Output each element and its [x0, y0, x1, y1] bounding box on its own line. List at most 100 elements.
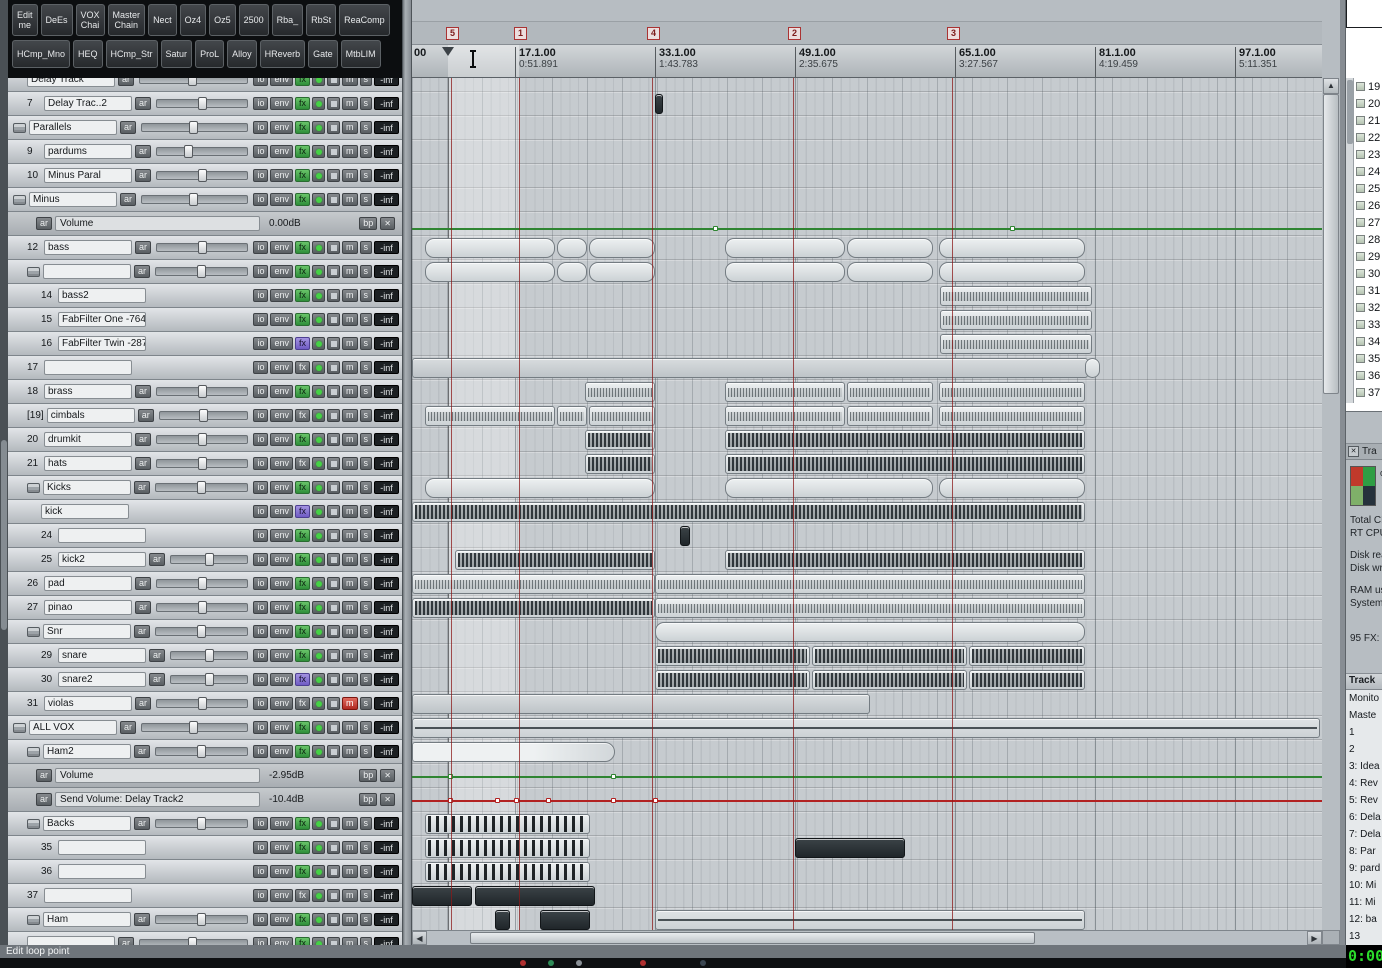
record-monitor-button[interactable]	[312, 841, 325, 854]
fx-button[interactable]: fx	[294, 241, 310, 254]
media-item[interactable]	[725, 454, 1085, 474]
media-item[interactable]	[425, 814, 590, 834]
track-name[interactable]: Backs	[43, 816, 131, 831]
io-button[interactable]: io	[253, 913, 269, 926]
solo-button[interactable]: s	[359, 337, 372, 350]
phase-button[interactable]	[327, 169, 340, 182]
region-scrollbar[interactable]	[1346, 78, 1354, 403]
mute-button[interactable]: m	[342, 193, 358, 206]
record-monitor-button[interactable]	[312, 745, 325, 758]
record-arm-button[interactable]: ar	[135, 385, 152, 398]
solo-button[interactable]: s	[359, 409, 372, 422]
media-item[interactable]	[847, 238, 933, 258]
volume-fader[interactable]	[155, 817, 249, 830]
fx-button[interactable]: fx	[294, 577, 310, 590]
media-item[interactable]	[795, 838, 905, 858]
toolbar-button[interactable]: HReverb	[259, 40, 306, 68]
fx-button[interactable]: fx	[294, 865, 310, 878]
io-button[interactable]: io	[253, 313, 269, 326]
scroll-up-button[interactable]: ▲	[1323, 78, 1339, 94]
mute-button[interactable]: m	[342, 505, 358, 518]
solo-button[interactable]: s	[359, 193, 372, 206]
media-item[interactable]	[655, 646, 810, 666]
tracklist-row[interactable]: 2	[1346, 742, 1382, 759]
record-monitor-button[interactable]	[312, 385, 325, 398]
fader-knob[interactable]	[197, 433, 207, 446]
volume-fader[interactable]	[155, 625, 249, 638]
fx-button[interactable]: fx	[294, 145, 310, 158]
record-monitor-button[interactable]	[312, 889, 325, 902]
folder-icon[interactable]	[27, 746, 40, 757]
media-item[interactable]	[412, 598, 655, 618]
envelope-button[interactable]: env	[270, 361, 293, 374]
close-icon[interactable]: ✕	[1348, 446, 1359, 457]
volume-fader[interactable]	[155, 745, 249, 758]
media-item[interactable]	[655, 910, 1085, 930]
volume-fader[interactable]	[170, 553, 249, 566]
phase-button[interactable]	[327, 457, 340, 470]
media-item[interactable]	[940, 310, 1092, 330]
phase-button[interactable]	[327, 241, 340, 254]
media-item[interactable]	[969, 646, 1085, 666]
record-monitor-button[interactable]	[312, 505, 325, 518]
envelope-button[interactable]: env	[270, 649, 293, 662]
track-name[interactable]	[58, 864, 146, 879]
region-row[interactable]: 37	[1356, 384, 1382, 401]
envelope-button[interactable]: env	[270, 169, 293, 182]
media-item[interactable]	[589, 406, 655, 426]
toolbar-button[interactable]: MtbLIM	[340, 40, 381, 68]
phase-button[interactable]	[327, 625, 340, 638]
record-arm-button[interactable]: ar	[134, 481, 151, 494]
mute-button[interactable]: m	[342, 169, 358, 182]
scroll-left-button[interactable]: ◀	[412, 931, 427, 945]
media-item[interactable]	[847, 262, 933, 282]
record-monitor-button[interactable]	[312, 241, 325, 254]
io-button[interactable]: io	[253, 457, 269, 470]
toolbar-button[interactable]: Edit me	[12, 4, 38, 36]
solo-button[interactable]: s	[359, 553, 372, 566]
volume-fader[interactable]	[139, 78, 249, 86]
media-item[interactable]	[589, 262, 655, 282]
track-name[interactable]: snare	[58, 648, 146, 663]
io-button[interactable]: io	[253, 289, 269, 302]
solo-button[interactable]: s	[359, 481, 372, 494]
toolbar-button[interactable]: HEQ	[73, 40, 103, 68]
fx-button[interactable]: fx	[294, 433, 310, 446]
io-button[interactable]: io	[253, 889, 269, 902]
record-monitor-button[interactable]	[312, 169, 325, 182]
mute-button[interactable]: m	[342, 601, 358, 614]
track-name[interactable]	[58, 840, 146, 855]
envelope-button[interactable]: env	[270, 265, 293, 278]
fx-button[interactable]: fx	[294, 361, 310, 374]
marker-flag[interactable]: 2	[788, 27, 801, 40]
io-button[interactable]: io	[253, 601, 269, 614]
media-item[interactable]	[725, 478, 933, 498]
record-arm-button[interactable]: ar	[118, 78, 135, 86]
media-item[interactable]	[425, 862, 590, 882]
automation-point[interactable]	[1010, 226, 1015, 231]
region-row[interactable]: 27	[1356, 214, 1382, 231]
envelope-button[interactable]: env	[270, 385, 293, 398]
phase-button[interactable]	[327, 97, 340, 110]
record-monitor-button[interactable]	[312, 817, 325, 830]
envelope-button[interactable]: env	[270, 601, 293, 614]
phase-button[interactable]	[327, 505, 340, 518]
fx-button[interactable]: fx	[294, 409, 310, 422]
arrange-canvas[interactable]	[412, 78, 1322, 930]
media-item[interactable]	[725, 550, 1085, 570]
media-item[interactable]	[940, 286, 1092, 306]
io-button[interactable]: io	[253, 361, 269, 374]
folder-icon[interactable]	[13, 194, 26, 205]
phase-button[interactable]	[327, 601, 340, 614]
fader-knob[interactable]	[189, 721, 199, 734]
phase-button[interactable]	[327, 193, 340, 206]
region-row[interactable]: 21	[1356, 112, 1382, 129]
region-row[interactable]: 28	[1356, 231, 1382, 248]
solo-button[interactable]: s	[359, 457, 372, 470]
envelope-button[interactable]: env	[270, 865, 293, 878]
media-item[interactable]	[412, 574, 655, 594]
toolbar-button[interactable]: RbSt	[306, 4, 337, 36]
media-item[interactable]	[557, 238, 587, 258]
media-item[interactable]	[680, 526, 690, 546]
media-item[interactable]	[812, 670, 967, 690]
